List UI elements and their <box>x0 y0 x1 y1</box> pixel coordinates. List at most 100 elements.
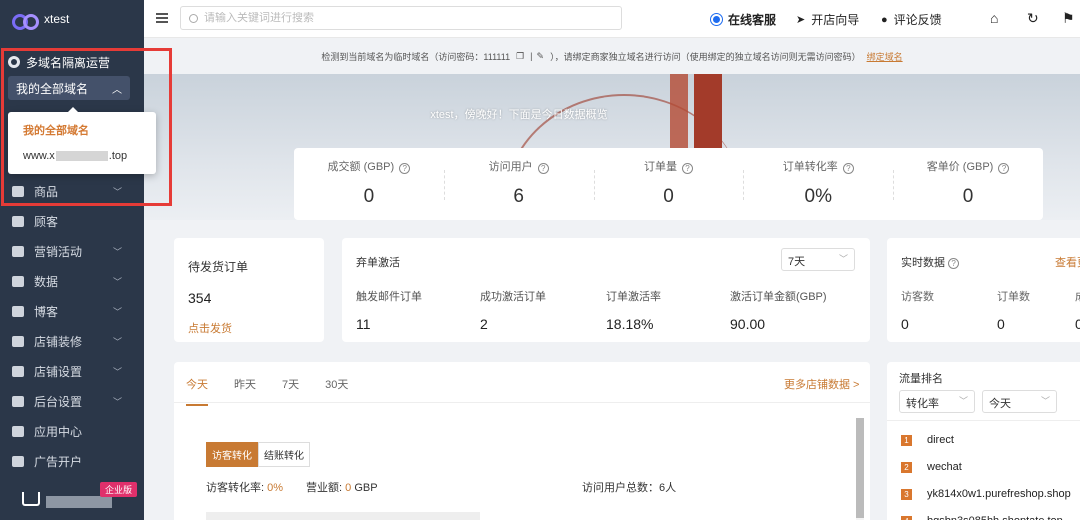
more-shop-data-link[interactable]: 更多店铺数据 > <box>784 376 859 392</box>
bind-domain-link[interactable]: 绑定域名 <box>867 50 903 63</box>
domain-option-all[interactable]: 我的全部域名 <box>8 117 156 143</box>
refresh-icon[interactable]: ↻ <box>1027 10 1039 27</box>
abandoned-metric: 成功激活订单 2 <box>480 288 546 332</box>
checkout-conversion-button[interactable]: 结账转化 <box>258 442 310 467</box>
sidebar-item-7[interactable]: 后台设置 ﹀ <box>0 386 144 416</box>
conversion-toggle: 访客转化 结账转化 <box>206 442 310 467</box>
visitor-conversion-button[interactable]: 访客转化 <box>206 442 258 467</box>
abandoned-cart-card: 弃单激活 7天 ﹀ 触发邮件订单 11 成功激活订单 2 订单激活率 18.18% 激活订单… <box>342 238 870 342</box>
realtime-metric: 订单数 0 <box>997 288 1030 332</box>
domain-select[interactable]: 我的全部域名 ︿ <box>8 76 130 100</box>
home-icon[interactable]: ⌂ <box>990 10 998 26</box>
copy-icon[interactable]: ❐ <box>516 51 524 62</box>
sidebar-item-label: 店铺设置 <box>34 364 83 379</box>
sidebar-item-3[interactable]: 数据 ﹀ <box>0 266 144 296</box>
sidebar-item-4[interactable]: 博客 ﹀ <box>0 296 144 326</box>
rank-number: 3 <box>901 488 912 500</box>
customer-service-link[interactable]: 在线客服 <box>711 11 776 28</box>
comment-icon: ● <box>881 13 888 26</box>
chevron-down-icon: ﹀ <box>112 187 122 197</box>
abandoned-cart-title: 弃单激活 <box>356 257 400 269</box>
scrollbar-thumb[interactable] <box>856 418 864 518</box>
sidebar-item-label: 应用中心 <box>34 424 83 439</box>
sidebar-footer[interactable]: 企业版 <box>0 480 144 520</box>
abandoned-metric: 激活订单金额(GBP) 90.00 <box>730 288 827 332</box>
traffic-source-name: yk814x0w1.purefreshop.shop <box>927 488 1071 500</box>
sidebar-item-label: 后台设置 <box>34 394 83 409</box>
metric-label: 访客数 <box>901 291 934 303</box>
stat-label: 访问用户 ? <box>444 158 594 174</box>
tag-icon <box>12 245 24 257</box>
search-box[interactable] <box>180 6 622 30</box>
enterprise-badge: 企业版 <box>100 482 138 497</box>
sidebar-item-6[interactable]: 店铺设置 ﹀ <box>0 356 144 386</box>
sidebar-item-label: 营销活动 <box>34 244 83 259</box>
traffic-ranking-card: 流量排名 转化率 ﹀ 今天 ﹀ 1 direct 2 wechat 3 yk814x0w1… <box>887 362 1080 520</box>
top-header: 在线客服 ➤ 开店向导 ● 评论反馈 ⌂ ↻ ⚑ <box>144 0 1080 38</box>
realtime-metric: 访客数 0 <box>901 288 934 332</box>
metric-value: 11 <box>356 316 371 332</box>
ship-now-link[interactable]: 点击发货 <box>188 320 232 336</box>
total-visitors: 访问用户总数：6人 <box>582 482 677 494</box>
domain-dropdown: 我的全部域名 www.x .top <box>8 107 156 174</box>
metric-label: 订单激活率 <box>606 291 661 303</box>
help-icon[interactable]: ? <box>399 163 411 174</box>
help-icon[interactable]: ? <box>842 163 854 174</box>
domain-option-prefix: www.x <box>23 150 55 162</box>
revenue-metric: 营业额: 0 GBP <box>306 482 378 494</box>
sidebar-item-2[interactable]: 营销活动 ﹀ <box>0 236 144 266</box>
help-icon[interactable]: ? <box>998 163 1010 174</box>
traffic-rank-item[interactable]: 2 wechat <box>901 461 962 473</box>
sidebar-item-label: 顾客 <box>34 214 59 229</box>
sidebar-item-9[interactable]: 广告开户 <box>0 446 144 476</box>
divider <box>174 402 870 403</box>
sidebar-item-1[interactable]: 顾客 <box>0 206 144 236</box>
stat-item: 订单转化率 ? 0% <box>743 148 893 220</box>
stat-label: 成交额 (GBP) ? <box>294 158 444 174</box>
sidebar: xtest 多域名隔离运营 我的全部域名 ︿ 商品 ﹀ 顾客 营销活动 ﹀ 数据 ﹀ 博客 ﹀ 店… <box>0 0 144 520</box>
abandoned-range-select[interactable]: 7天 ﹀ <box>781 248 855 271</box>
chevron-down-icon: ﹀ <box>112 247 122 257</box>
rank-number: 2 <box>901 461 912 473</box>
stat-value: 0 <box>363 186 375 207</box>
flag-icon[interactable]: ⚑ <box>1062 10 1075 27</box>
brand[interactable]: xtest <box>0 0 144 38</box>
bar-chart-icon <box>12 275 24 287</box>
realtime-more-link[interactable]: 查看更 <box>1055 254 1080 270</box>
temporary-domain-notice: 检测到当前域名为临时域名（访问密码：111111 ❐ | ✎ ），请绑定商家独立… <box>144 38 1080 74</box>
sidebar-item-8[interactable]: 应用中心 <box>0 416 144 446</box>
stat-value: 0 <box>663 186 674 207</box>
chevron-down-icon: ﹀ <box>112 277 122 287</box>
metric-value: 0 <box>1075 316 1080 332</box>
sidebar-item-label: 店铺装修 <box>34 334 83 349</box>
traffic-range-select[interactable]: 今天 ﹀ <box>982 390 1057 413</box>
feedback-link[interactable]: ● 评论反馈 <box>881 11 942 28</box>
help-icon[interactable]: ? <box>537 163 549 174</box>
sidebar-item-5[interactable]: 店铺装修 ﹀ <box>0 326 144 356</box>
traffic-rank-item[interactable]: 1 direct <box>901 434 954 446</box>
visitor-conversion-rate: 访客转化率: 0% <box>206 482 284 494</box>
chevron-down-icon: ﹀ <box>1040 396 1050 406</box>
metric-label: 成 <box>1075 288 1080 304</box>
sidebar-item-label: 商品 <box>34 184 59 199</box>
edit-icon[interactable]: ✎ <box>537 51 545 62</box>
traffic-rank-item[interactable]: 4 bgsbn3s085hh.shoptate.top <box>901 515 1063 520</box>
search-input[interactable] <box>204 12 604 24</box>
stat-item: 客单价 (GBP) ? 0 <box>893 148 1043 220</box>
help-icon[interactable]: ? <box>948 258 960 269</box>
metric-value: 18.18% <box>606 316 654 332</box>
help-icon[interactable]: ? <box>682 163 694 174</box>
stat-item: 成交额 (GBP) ? 0 <box>294 148 444 220</box>
domain-option-masked[interactable]: www.x .top <box>8 143 156 169</box>
document-icon <box>12 305 24 317</box>
store-guide-label: 开店向导 <box>811 13 860 27</box>
store-guide-link[interactable]: ➤ 开店向导 <box>796 11 859 28</box>
traffic-metric-select[interactable]: 转化率 ﹀ <box>899 390 975 413</box>
paper-plane-icon: ➤ <box>796 14 806 26</box>
sidebar-item-0[interactable]: 商品 ﹀ <box>0 176 144 206</box>
chevron-up-icon: ︿ <box>112 84 122 96</box>
menu-toggle-icon[interactable] <box>156 13 168 23</box>
traffic-rank-item[interactable]: 3 yk814x0w1.purefreshop.shop <box>901 488 1071 500</box>
domain-switcher-label: 多域名隔离运营 <box>26 55 111 70</box>
chevron-down-icon: ﹀ <box>112 367 122 377</box>
